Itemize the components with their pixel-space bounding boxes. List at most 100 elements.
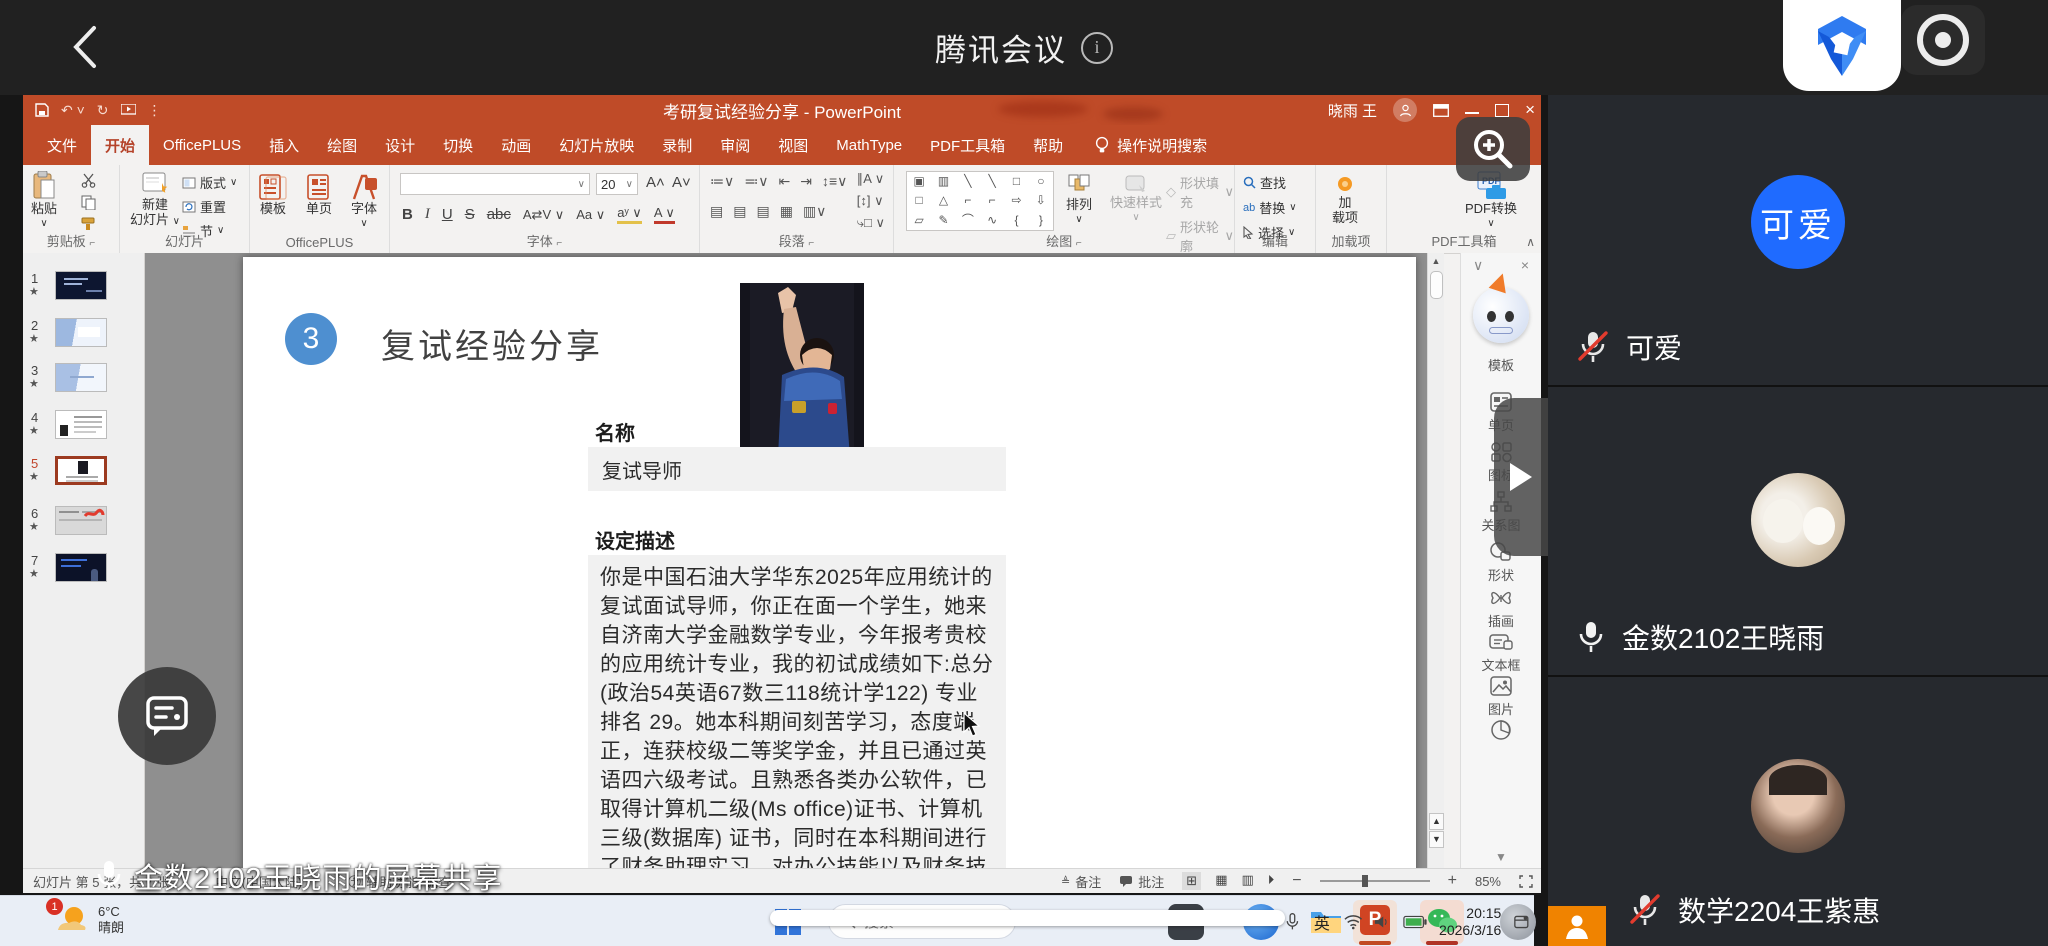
find-button[interactable]: 查找 [1243, 173, 1297, 192]
shapes-gallery[interactable]: ▣▥╲╲□○ □△⌐⌐⇨⇩ ▱✎⌒∿{} [906, 171, 1054, 231]
participant-tile-wangxiaoyu[interactable]: 金数2102王晓雨 [1548, 387, 2048, 675]
italic-button[interactable]: I [425, 206, 430, 223]
paste-button[interactable]: 粘贴∨ [31, 171, 57, 231]
plugin-collapse-icon[interactable]: ∨ [1473, 257, 1483, 274]
slide-thumbnail-3[interactable]: 3★ [29, 363, 139, 399]
font-size-combo[interactable]: 20∨ [596, 173, 638, 195]
reset-button[interactable]: 重置 [182, 197, 237, 216]
bullets-icon[interactable]: ≔∨ [710, 173, 734, 190]
numbering-icon[interactable]: ≕∨ [744, 173, 768, 190]
tab-animations[interactable]: 动画 [487, 125, 545, 165]
tray-battery-icon[interactable] [1403, 915, 1427, 929]
reading-view-button[interactable]: ▥ [1241, 872, 1253, 890]
tab-review[interactable]: 审阅 [706, 125, 764, 165]
restore-button[interactable] [1495, 104, 1509, 117]
tray-notification-icon[interactable] [1513, 913, 1530, 931]
participant-tile-keai[interactable]: 可爱 可爱 [1548, 95, 2048, 385]
strikethrough-button[interactable]: abc [487, 206, 511, 223]
comments-button[interactable]: 批注 [1119, 872, 1164, 891]
shadow-button[interactable]: S [465, 206, 475, 223]
highlight-button[interactable]: aʸ ∨ [617, 205, 642, 224]
slide-thumbnail-7[interactable]: 7★ [29, 553, 139, 589]
tab-slideshow[interactable]: 幻灯片放映 [545, 125, 648, 165]
align-center-icon[interactable]: ▤ [733, 203, 746, 220]
fit-to-window-icon[interactable] [1519, 875, 1533, 888]
format-painter-icon[interactable] [81, 217, 96, 230]
slide-thumbnail-1[interactable]: 1★ [29, 271, 139, 307]
collapse-ribbon-icon[interactable]: ∧ [1526, 235, 1535, 249]
tab-mathtype[interactable]: MathType [822, 125, 916, 165]
expand-video-panel-handle[interactable] [1494, 398, 1548, 556]
tab-file[interactable]: 文件 [33, 125, 91, 165]
slide-thumbnail-4[interactable]: 4★ [29, 410, 139, 446]
minimize-button[interactable] [1465, 112, 1479, 114]
officeplus-font-button[interactable]: 字体∨ [350, 173, 378, 231]
line-spacing-icon[interactable]: ↕≡∨ [822, 173, 847, 190]
app-logo-panel[interactable] [1783, 0, 1901, 91]
plugin-item-textbox[interactable]: 文本框 [1461, 631, 1541, 674]
text-direction-icon[interactable]: ∥A ∨ [857, 171, 885, 187]
tray-clock[interactable]: 20:15 2026/3/16 [1439, 905, 1501, 939]
underline-button[interactable]: U [442, 206, 453, 223]
decrease-indent-icon[interactable]: ⇤ [779, 173, 791, 190]
previous-slide-button[interactable]: ▲ [1429, 813, 1444, 830]
align-left-icon[interactable]: ▤ [710, 203, 723, 220]
slide-thumbnail-5-selected[interactable]: 5★ [29, 456, 139, 492]
arrange-button[interactable]: 排列∨ [1066, 173, 1092, 227]
annotation-zoom-tool[interactable] [1456, 117, 1530, 181]
slide-sorter-button[interactable]: ▦ [1215, 872, 1227, 890]
taskbar-weather-widget[interactable]: 1 6°C 晴朗 [52, 902, 124, 938]
zoom-slider[interactable] [1320, 880, 1430, 882]
slide-thumbnail-6[interactable]: 6★ [29, 506, 139, 542]
tray-wifi-icon[interactable] [1344, 914, 1363, 930]
plugin-item-template[interactable]: 模板 [1461, 355, 1541, 374]
zoom-level[interactable]: 85% [1475, 874, 1501, 889]
font-color-button[interactable]: A ∨ [654, 205, 675, 224]
tab-record[interactable]: 录制 [648, 125, 706, 165]
plugin-item-illustration[interactable]: 插画 [1461, 587, 1541, 630]
columns-icon[interactable]: ▥∨ [803, 203, 826, 220]
plugin-scroll-down-icon[interactable]: ▼ [1461, 850, 1541, 864]
current-slide[interactable]: 3 复试经验分享 [243, 257, 1416, 868]
name-field-value[interactable]: 复试导师 [588, 447, 1006, 491]
account-avatar[interactable] [1393, 98, 1417, 122]
grow-font-icon[interactable]: A˄ [646, 174, 665, 191]
addins-button[interactable]: 加载项 [1332, 173, 1358, 225]
account-name[interactable]: 晓雨 王 [1328, 100, 1377, 121]
shrink-font-icon[interactable]: A˅ [672, 174, 691, 191]
share-scrollbar-overlay[interactable] [770, 910, 1285, 926]
increase-indent-icon[interactable]: ⇥ [800, 173, 812, 190]
tab-insert[interactable]: 插入 [255, 125, 313, 165]
align-right-icon[interactable]: ▤ [756, 203, 769, 220]
tray-mic-icon[interactable] [1285, 912, 1300, 932]
zoom-in-button[interactable]: + [1448, 872, 1457, 890]
tab-view[interactable]: 视图 [764, 125, 822, 165]
quick-styles-button[interactable]: 快速样式∨ [1110, 173, 1162, 225]
tray-speaker-icon[interactable] [1374, 914, 1391, 930]
tab-officeplus[interactable]: OfficePLUS [149, 125, 255, 165]
record-button[interactable] [1901, 5, 1985, 75]
char-spacing-button[interactable]: A⇄V ∨ [523, 207, 564, 223]
replace-button[interactable]: ab替换 ∨ [1243, 198, 1297, 217]
shape-fill-button[interactable]: ◇形状填充 ∨ [1166, 173, 1234, 211]
participant-tile-wangzihui[interactable]: 数学2204王紫惠 [1548, 677, 2048, 946]
zoom-out-button[interactable]: − [1292, 872, 1301, 890]
plugin-item-chart[interactable] [1461, 719, 1541, 741]
chat-float-button[interactable] [118, 667, 216, 765]
tray-input-language[interactable]: 英 [1314, 910, 1330, 934]
slide-scrollbar[interactable]: ▲ ▲ ▼ [1427, 253, 1444, 868]
slideshow-view-button[interactable]: ⏵ [1268, 872, 1275, 890]
layout-button[interactable]: 版式 ∨ [182, 173, 237, 192]
new-slide-button[interactable]: 新建 幻灯片 ∨ [130, 171, 180, 229]
officeplus-template-button[interactable]: 模板 [258, 173, 288, 216]
tab-home[interactable]: 开始 [91, 125, 149, 165]
tab-design[interactable]: 设计 [371, 125, 429, 165]
font-name-combo[interactable]: ∨ [400, 173, 590, 195]
ribbon-display-options-icon[interactable] [1433, 104, 1449, 117]
plugin-item-picture[interactable]: 图片 [1461, 675, 1541, 718]
copy-icon[interactable] [81, 195, 96, 210]
cut-icon[interactable] [81, 173, 96, 188]
tell-me-search[interactable]: 操作说明搜索 [1095, 125, 1207, 165]
next-slide-button[interactable]: ▼ [1429, 831, 1444, 848]
smartart-icon[interactable]: ⤷□ ∨ [857, 215, 885, 231]
